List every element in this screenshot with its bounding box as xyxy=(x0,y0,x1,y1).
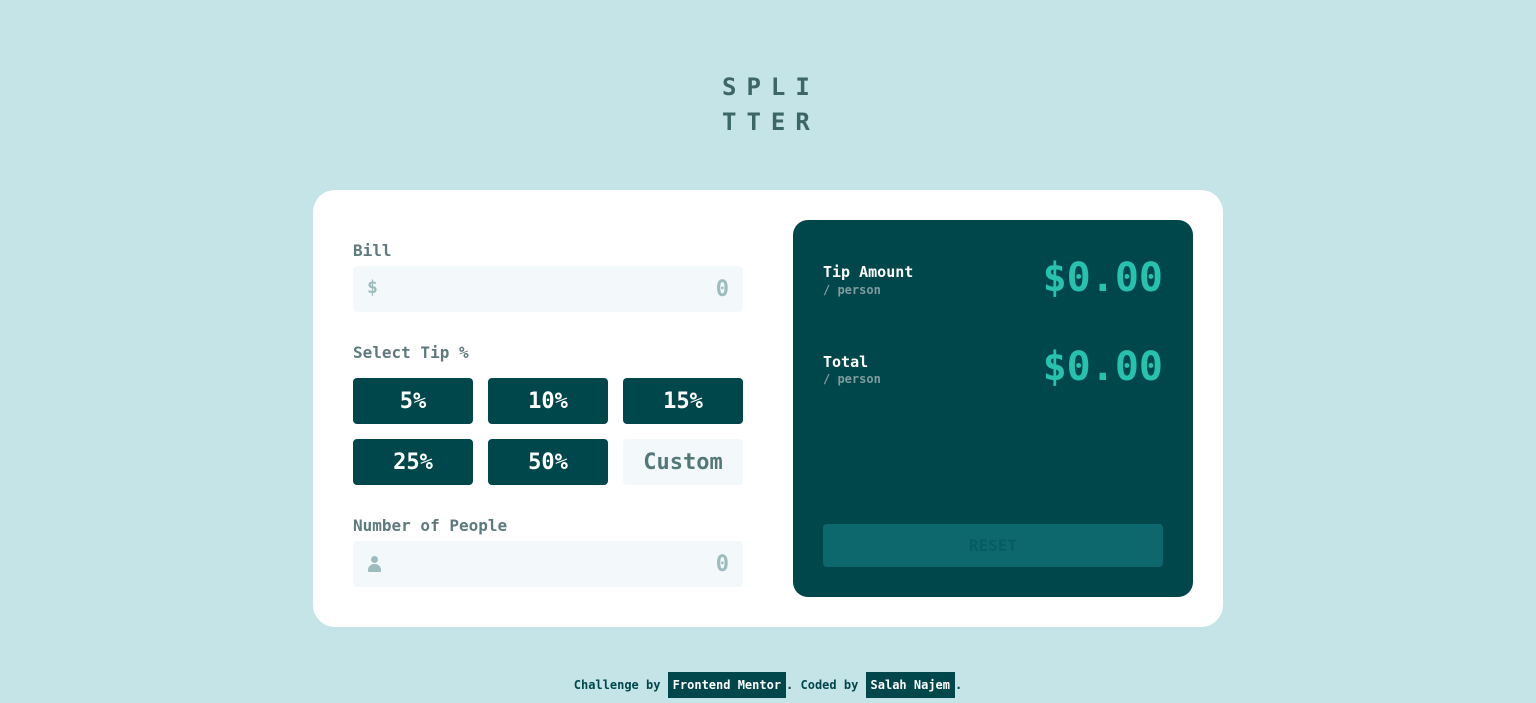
bill-field[interactable]: $ xyxy=(353,266,743,312)
result-panel: Tip Amount / person $0.00 Total / person… xyxy=(793,220,1193,597)
logo-line-2: TTER xyxy=(722,108,820,136)
reset-button[interactable]: RESET xyxy=(823,524,1163,567)
people-label: Number of People xyxy=(353,516,508,535)
bill-label: Bill xyxy=(353,241,392,260)
custom-tip-input[interactable] xyxy=(623,439,743,485)
custom-tip-field[interactable] xyxy=(623,439,743,485)
frontend-mentor-link[interactable]: Frontend Mentor xyxy=(667,672,787,698)
tip-amount-title: Tip Amount xyxy=(823,263,914,281)
footer-suffix: . xyxy=(955,678,963,692)
footer-prefix: Challenge by xyxy=(573,678,668,692)
tip-button-10[interactable]: 10% xyxy=(488,378,608,424)
attribution-footer: Challenge by Frontend Mentor. Coded by S… xyxy=(0,672,1536,698)
tip-amount-sub: / person xyxy=(823,283,881,297)
tip-button-25[interactable]: 25% xyxy=(353,439,473,485)
people-field[interactable] xyxy=(353,541,743,587)
author-link[interactable]: Salah Najem xyxy=(865,672,956,698)
tip-amount-value: $0.00 xyxy=(1042,255,1163,301)
tip-button-15[interactable]: 15% xyxy=(623,378,743,424)
people-input[interactable] xyxy=(353,541,743,587)
total-sub: / person xyxy=(823,372,881,386)
total-title: Total xyxy=(823,353,869,371)
logo-line-1: SPLI xyxy=(722,73,820,101)
bill-input[interactable] xyxy=(353,266,743,312)
app-logo: SPLI TTER xyxy=(722,70,822,140)
total-value: $0.00 xyxy=(1042,344,1163,390)
tip-button-5[interactable]: 5% xyxy=(353,378,473,424)
calculator-card: Bill $ Select Tip % 5% 10% 15% 25% 50% N… xyxy=(313,190,1223,627)
footer-middle: . Coded by xyxy=(786,678,866,692)
select-tip-label: Select Tip % xyxy=(353,343,469,362)
tip-button-50[interactable]: 50% xyxy=(488,439,608,485)
